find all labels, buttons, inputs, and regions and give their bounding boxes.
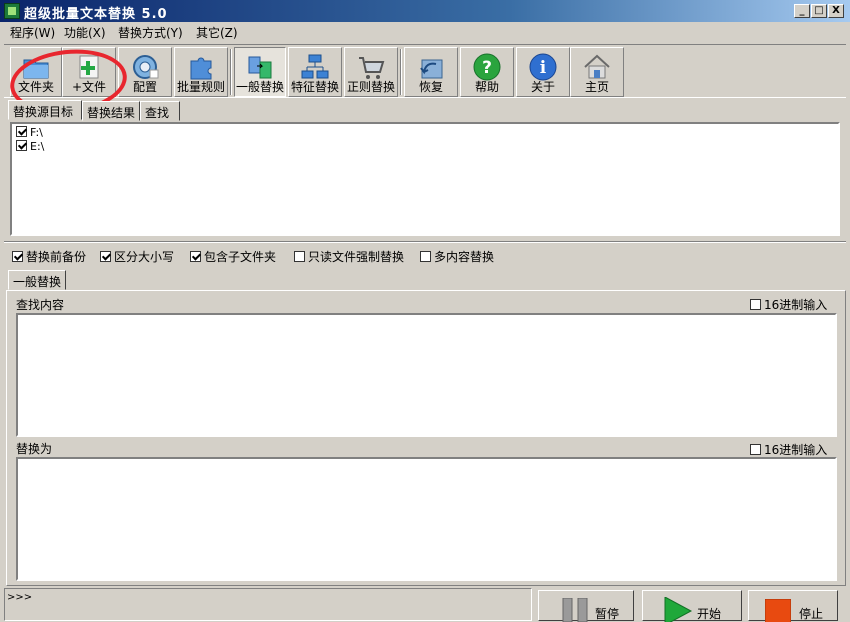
close-button[interactable]: X [828, 4, 844, 18]
homepage-button[interactable]: 主页 [570, 47, 624, 97]
status-bar: >>> [4, 588, 532, 621]
replace-hex-label: 16进制输入 [764, 443, 828, 457]
option-case-label: 区分大小写 [114, 250, 175, 264]
toolbar-separator [400, 49, 402, 95]
svg-text:?: ? [482, 58, 492, 78]
menu-function[interactable]: 功能(X) [64, 24, 106, 41]
regex-replace-button[interactable]: 正则替换 [344, 47, 398, 97]
svg-text:i: i [540, 58, 547, 78]
case-sensitive-checkbox[interactable] [100, 251, 111, 262]
toolbar-separator [230, 49, 232, 95]
find-hex-checkbox[interactable] [750, 299, 761, 310]
menu-replace-mode[interactable]: 替换方式(Y) [118, 24, 183, 41]
source-item[interactable]: E:\ [16, 140, 44, 154]
app-icon [4, 3, 20, 19]
about-label: 关于 [530, 80, 555, 94]
tab-source-targets[interactable]: 替换源目标 [8, 100, 82, 120]
menu-program[interactable]: 程序(W) [10, 24, 55, 41]
about-button[interactable]: i 关于 [516, 47, 570, 97]
restore-button[interactable]: 恢复 [404, 47, 458, 97]
replace-hex-option[interactable]: 16进制输入 [750, 441, 827, 458]
option-multi-label: 多内容替换 [434, 250, 495, 264]
pause-label: 暂停 [595, 607, 620, 621]
option-backup-label: 替换前备份 [26, 250, 87, 264]
source-checkbox[interactable] [16, 126, 27, 137]
find-textarea[interactable] [16, 313, 837, 437]
tab-general-replace[interactable]: 一般替换 [8, 270, 66, 290]
toolbar: 文件夹 +文件 配置 批量规则 一般替换 特征替换 正则替换 恢复 ? 帮助 i… [4, 44, 846, 98]
stop-label: 停止 [799, 607, 824, 621]
general-replace-button[interactable]: 一般替换 [234, 47, 286, 97]
source-item[interactable]: F:\ [16, 126, 43, 140]
option-subfolders-label: 包含子文件夹 [204, 250, 277, 264]
feature-replace-label: 特征替换 [290, 80, 339, 94]
replace-hex-checkbox[interactable] [750, 444, 761, 455]
homepage-label: 主页 [584, 80, 609, 94]
stop-button[interactable]: 停止 [748, 590, 838, 622]
source-path: E:\ [30, 140, 45, 153]
help-button[interactable]: ? 帮助 [460, 47, 514, 97]
batch-rules-button[interactable]: 批量规则 [174, 47, 228, 97]
tab-replace-results[interactable]: 替换结果 [82, 101, 140, 121]
source-tree[interactable]: F:\ E:\ [10, 122, 840, 236]
find-hex-option[interactable]: 16进制输入 [750, 296, 827, 313]
config-label: 配置 [132, 80, 157, 94]
replace-textarea[interactable] [16, 457, 837, 581]
source-path: F:\ [30, 126, 43, 139]
find-hex-label: 16进制输入 [764, 298, 828, 312]
status-prompt: >>> [7, 592, 33, 603]
option-backup[interactable]: 替换前备份 [12, 248, 86, 265]
start-button[interactable]: 开始 [642, 590, 742, 622]
start-label: 开始 [697, 607, 722, 621]
window-title: 超级批量文本替换 5.0 [24, 7, 168, 22]
multi-content-checkbox[interactable] [420, 251, 431, 262]
option-readonly-force[interactable]: 只读文件强制替换 [294, 248, 404, 265]
pause-icon [562, 598, 588, 622]
batch-rules-label: 批量规则 [176, 80, 225, 94]
option-case-sensitive[interactable]: 区分大小写 [100, 248, 174, 265]
subfolders-checkbox[interactable] [190, 251, 201, 262]
title-bar: 超级批量文本替换 5.0 _ □ X [0, 0, 850, 22]
general-replace-label: 一般替换 [235, 80, 284, 94]
divider [4, 241, 846, 243]
restore-label: 恢复 [418, 80, 443, 94]
regex-replace-label: 正则替换 [346, 80, 395, 94]
option-readonly-label: 只读文件强制替换 [308, 250, 405, 264]
stop-icon [765, 599, 791, 622]
feature-replace-button[interactable]: 特征替换 [288, 47, 342, 97]
readonly-checkbox[interactable] [294, 251, 305, 262]
help-label: 帮助 [474, 80, 499, 94]
replace-label: 替换为 [16, 442, 53, 456]
play-icon [664, 597, 693, 622]
minimize-button[interactable]: _ [794, 4, 810, 18]
source-checkbox[interactable] [16, 140, 27, 151]
menu-other[interactable]: 其它(Z) [196, 24, 238, 41]
option-multi-content[interactable]: 多内容替换 [420, 248, 494, 265]
maximize-button[interactable]: □ [811, 4, 827, 18]
pause-button[interactable]: 暂停 [538, 590, 634, 622]
menu-bar: 程序(W) 功能(X) 替换方式(Y) 其它(Z) [0, 22, 850, 42]
find-label: 查找内容 [16, 298, 65, 312]
tab-find[interactable]: 查找 [140, 101, 180, 121]
option-include-subfolders[interactable]: 包含子文件夹 [190, 248, 276, 265]
backup-checkbox[interactable] [12, 251, 23, 262]
